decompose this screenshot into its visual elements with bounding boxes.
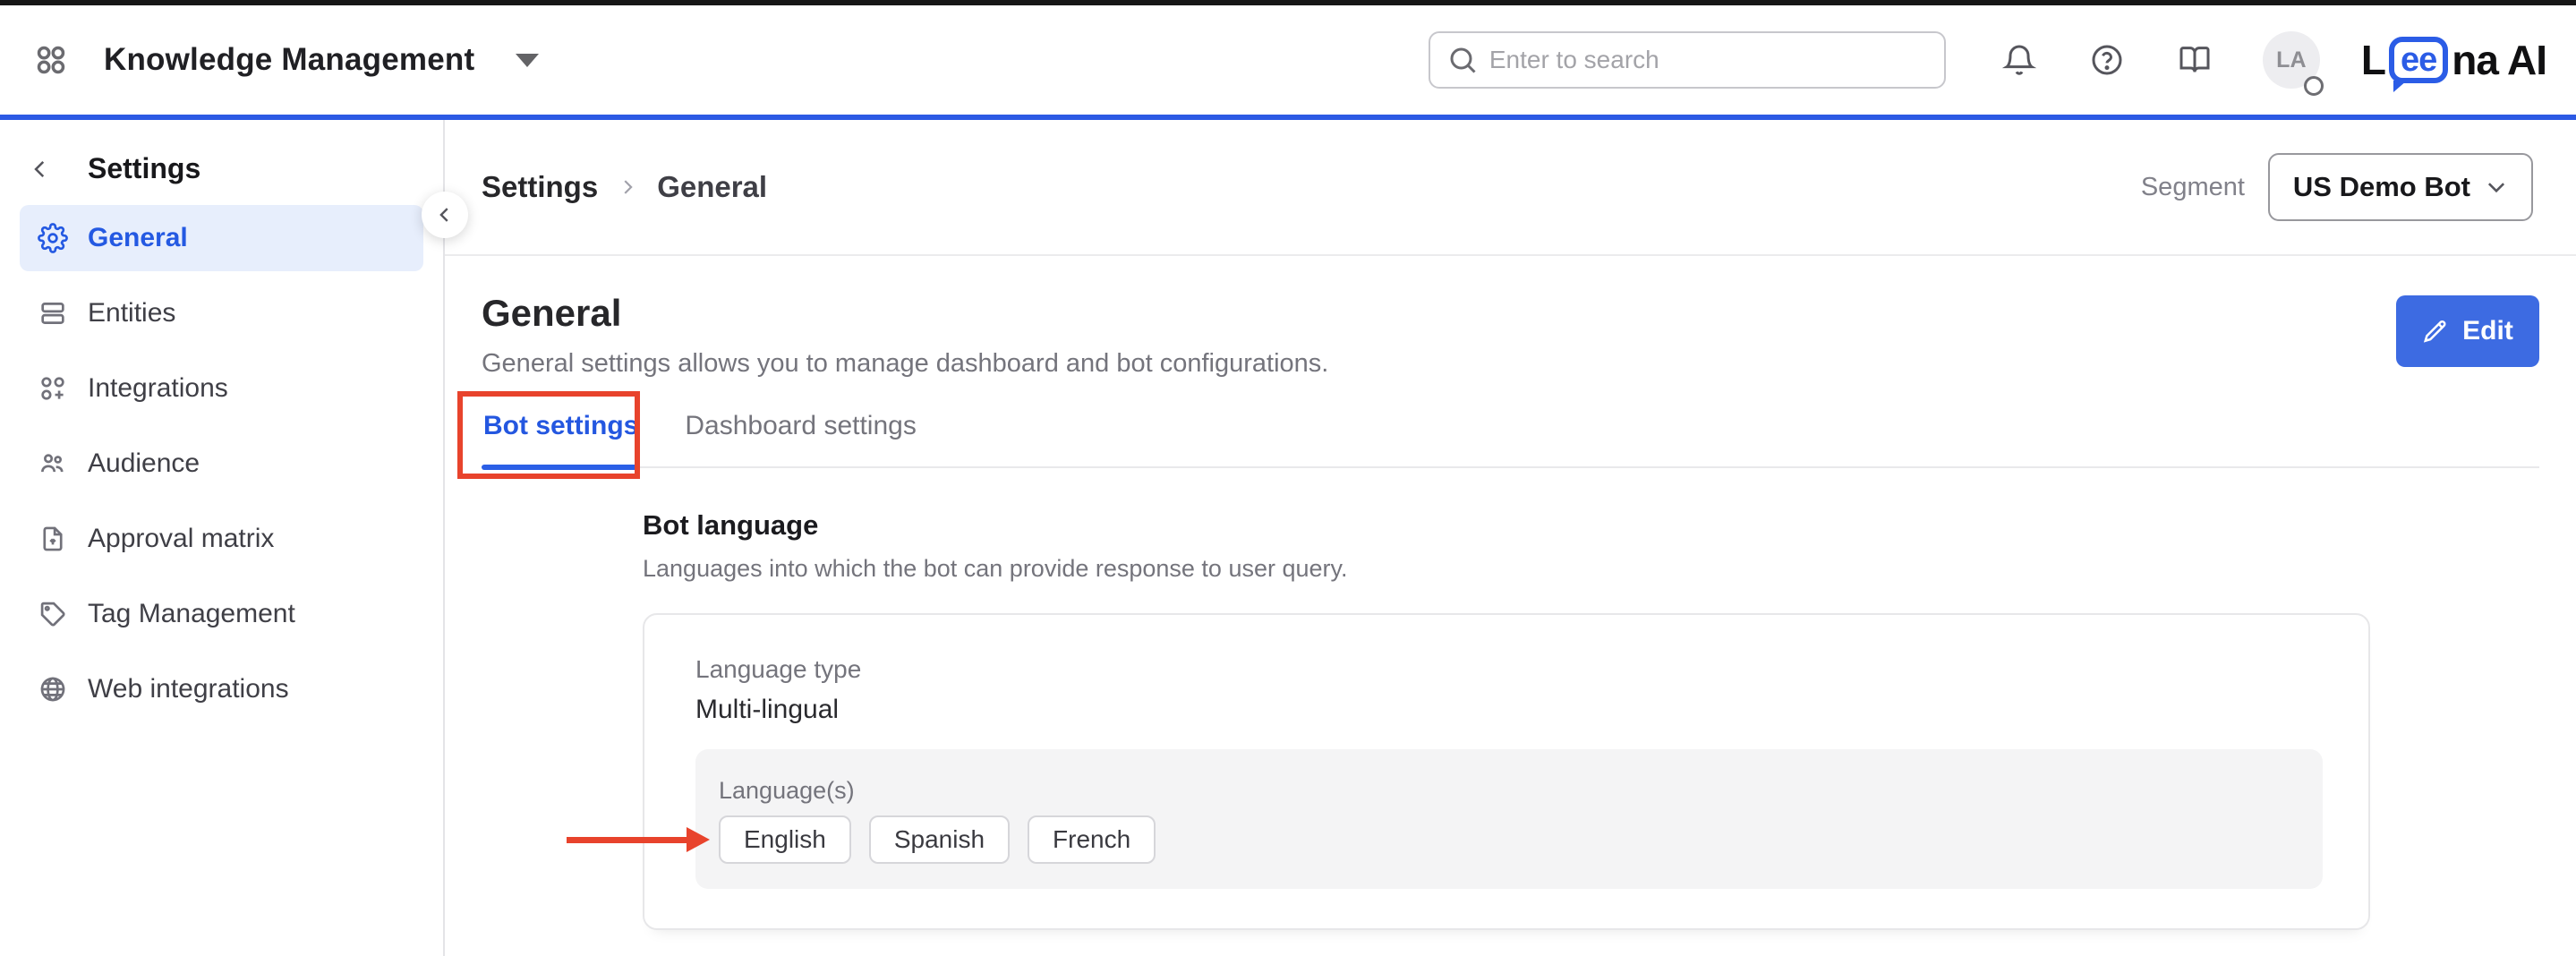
- segment-control: Segment US Demo Bot: [2141, 153, 2533, 221]
- logo-speech-bubble: ee: [2388, 37, 2449, 92]
- app-grid-icon[interactable]: [32, 41, 70, 79]
- language-chip-french[interactable]: French: [1028, 815, 1156, 864]
- tab-bot-settings[interactable]: Bot settings: [482, 404, 641, 470]
- app-switcher-caret-icon[interactable]: [516, 53, 540, 67]
- tag-icon: [38, 599, 68, 629]
- gear-icon: [38, 223, 68, 253]
- language-chip-english[interactable]: English: [719, 815, 851, 864]
- tab-dashboard-settings[interactable]: Dashboard settings: [683, 404, 918, 466]
- sidebar-item-approval-matrix[interactable]: Approval matrix: [20, 506, 423, 572]
- bot-language-card: Language type Multi-lingual Language(s) …: [567, 613, 2370, 930]
- app-header: Knowledge Management Enter to search LA …: [0, 5, 2576, 120]
- page-header-text: General General settings allows you to m…: [482, 292, 1328, 379]
- segment-label: Segment: [2140, 172, 2245, 201]
- segment-selector[interactable]: US Demo Bot: [2267, 153, 2533, 221]
- pencil-icon: [2424, 320, 2446, 343]
- search-input[interactable]: [1428, 31, 1946, 89]
- file-arrow-up-icon: [38, 524, 68, 554]
- sidebar-item-entities[interactable]: Entities: [20, 280, 423, 346]
- user-avatar[interactable]: LA: [2262, 31, 2324, 96]
- annotation-red-arrow: [567, 827, 712, 852]
- breadcrumb-general: General: [657, 170, 768, 203]
- sidebar-item-audience[interactable]: Audience: [20, 431, 423, 497]
- sidebar-item-label: Tag Management: [88, 599, 295, 628]
- sidebar-item-web-integrations[interactable]: Web integrations: [20, 656, 423, 722]
- sidebar-item-label: General: [88, 223, 188, 252]
- users-icon: [38, 448, 68, 479]
- rows-icon: [38, 298, 68, 329]
- search-icon: [1446, 44, 1479, 76]
- breadcrumb: Settings General: [482, 170, 767, 204]
- sidebar-item-integrations[interactable]: Integrations: [20, 355, 423, 422]
- edit-button-label: Edit: [2462, 316, 2513, 346]
- bell-icon[interactable]: [2001, 42, 2037, 78]
- header-right-group: LA L ee na AI: [1428, 31, 2547, 96]
- edit-button[interactable]: Edit: [2396, 295, 2539, 367]
- apps-plus-icon: [38, 373, 68, 404]
- tabs: Bot settings Dashboard settings: [457, 391, 2539, 479]
- breadcrumb-settings[interactable]: Settings: [482, 170, 598, 204]
- settings-sidebar: Settings General Entities Integrations A…: [0, 120, 445, 956]
- language-type-label: Language type: [695, 655, 862, 683]
- sidebar-title: Settings: [88, 152, 201, 184]
- avatar-initials: LA: [2276, 47, 2307, 73]
- page-description: General settings allows you to manage da…: [482, 349, 1329, 378]
- logo-suffix: na AI: [2452, 37, 2547, 83]
- sidebar-item-label: Approval matrix: [88, 524, 275, 553]
- language-chips: English Spanish French: [719, 815, 2287, 864]
- sidebar-header: Settings: [29, 152, 423, 185]
- chevron-right-icon: [618, 177, 637, 197]
- page-title: General: [482, 292, 622, 334]
- bot-language-description: Languages into which the bot can provide…: [643, 555, 1348, 582]
- sidebar-item-tag-management[interactable]: Tag Management: [20, 581, 423, 647]
- logo-prefix: L: [2360, 37, 2386, 83]
- main-content: Settings General Segment US Demo Bot Gen…: [445, 120, 2576, 956]
- book-icon[interactable]: [2177, 42, 2213, 78]
- language-chip-spanish[interactable]: Spanish: [868, 815, 1011, 864]
- global-search: [1428, 31, 1946, 89]
- sidebar-item-label: Entities: [88, 298, 176, 328]
- avatar-status-dot: [2303, 76, 2324, 96]
- app-title: Knowledge Management: [104, 42, 475, 77]
- bot-language-section: Bot language Languages into which the bo…: [567, 509, 2539, 930]
- back-chevron-icon[interactable]: [29, 158, 52, 181]
- sidebar-collapse-button[interactable]: [422, 192, 468, 238]
- sidebar-item-label: Audience: [88, 448, 200, 478]
- segment-value: US Demo Bot: [2292, 171, 2470, 202]
- sidebar-item-label: Web integrations: [88, 674, 289, 704]
- globe-icon: [38, 674, 68, 704]
- leena-ai-logo: L ee na AI: [2360, 36, 2547, 92]
- header-icon-cluster: [2001, 42, 2213, 78]
- page-header: General General settings allows you to m…: [482, 256, 2539, 379]
- main-topbar: Settings General Segment US Demo Bot: [445, 120, 2576, 256]
- bot-language-title: Bot language: [643, 509, 819, 541]
- chevron-down-icon: [2485, 175, 2508, 199]
- sidebar-item-label: Integrations: [88, 373, 228, 403]
- languages-panel: Language(s) English Spanish French: [695, 749, 2323, 889]
- language-type-value: Multi-lingual: [695, 695, 840, 724]
- languages-label: Language(s): [719, 777, 855, 804]
- header-left-group: Knowledge Management: [32, 41, 540, 79]
- help-icon[interactable]: [2089, 42, 2125, 78]
- sidebar-item-general[interactable]: General: [20, 205, 423, 271]
